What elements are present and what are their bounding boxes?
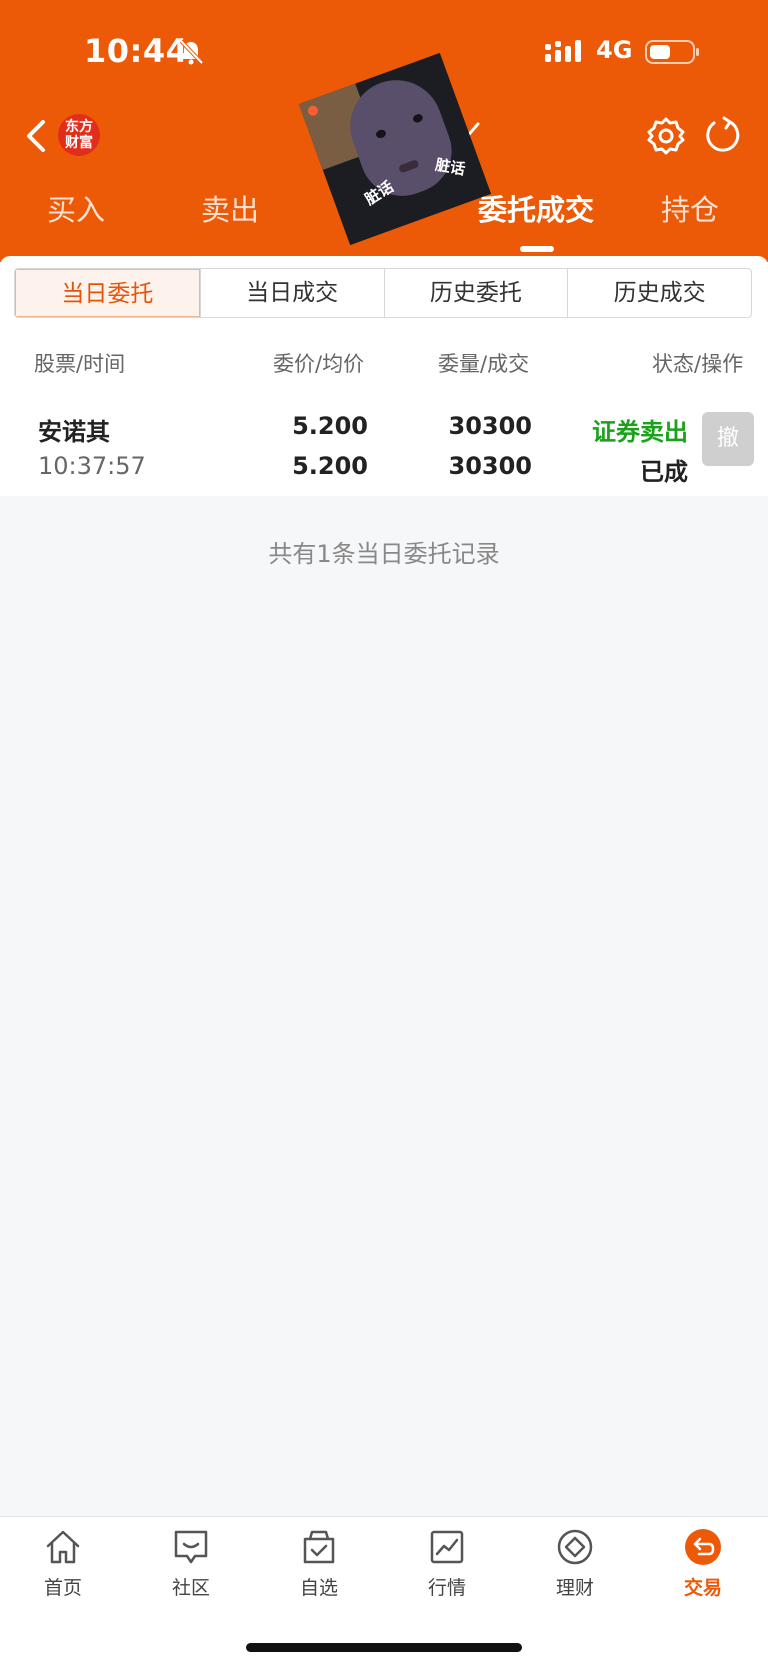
nav-trade[interactable]: 交易 (653, 1527, 753, 1600)
nav-community-label: 社区 (171, 1577, 210, 1599)
logo-line2: 财富 (65, 135, 93, 151)
column-header-volume: 委量/成交 (438, 352, 530, 376)
home-indicator (246, 1643, 522, 1652)
nav-home[interactable]: 首页 (13, 1527, 113, 1600)
stock-name: 安诺其 (38, 418, 110, 446)
column-header-stock-time: 股票/时间 (34, 352, 126, 376)
status-time: 10:44 (84, 32, 189, 70)
order-status: 已成 (640, 458, 688, 486)
tab-orders-trades[interactable]: 委托成交 (478, 190, 594, 230)
nav-watchlist-label: 自选 (299, 1577, 338, 1599)
order-time: 10:37:57 (38, 452, 146, 480)
filled-quantity: 30300 (448, 452, 533, 480)
column-header-status: 状态/操作 (652, 352, 744, 376)
chart-icon (430, 1530, 464, 1564)
order-quantity: 30300 (448, 412, 533, 440)
brand-logo: 东方 财富 (58, 114, 100, 156)
refresh-icon[interactable] (702, 114, 742, 158)
tab-buy[interactable]: 买入 (47, 190, 105, 230)
nav-wealth[interactable]: 理财 (525, 1527, 625, 1600)
gear-icon[interactable] (644, 114, 688, 158)
records-summary: 共有1条当日委托记录 (268, 540, 500, 568)
nav-market-label: 行情 (427, 1577, 466, 1599)
check-bag-icon (303, 1530, 335, 1564)
trade-icon (685, 1529, 721, 1565)
avg-price: 5.200 (292, 452, 368, 480)
diamond-icon (557, 1529, 593, 1565)
segment-history-orders[interactable]: 历史委托 (383, 269, 568, 317)
tab-indicator (520, 246, 554, 252)
column-header-price: 委价/均价 (273, 352, 365, 376)
tab-positions[interactable]: 持仓 (661, 190, 719, 230)
chat-icon (174, 1530, 208, 1564)
network-label: 4G (596, 36, 633, 64)
logo-line1: 东方 (65, 119, 93, 135)
signal-icon (545, 40, 581, 62)
segment-today-trades[interactable]: 当日成交 (199, 269, 384, 317)
nav-watchlist[interactable]: 自选 (269, 1527, 369, 1600)
segment-history-trades[interactable]: 历史成交 (567, 269, 751, 317)
nav-community[interactable]: 社区 (141, 1527, 241, 1600)
home-icon (46, 1530, 80, 1564)
segment-control: 当日委托 当日成交 历史委托 历史成交 (14, 268, 752, 318)
bell-muted-icon (179, 39, 204, 65)
order-price: 5.200 (292, 412, 368, 440)
back-icon[interactable] (24, 116, 48, 156)
nav-trade-label: 交易 (683, 1577, 722, 1599)
battery-icon (645, 40, 699, 64)
order-type: 证券卖出 (592, 418, 688, 446)
nav-wealth-label: 理财 (555, 1577, 594, 1599)
cancel-order-button[interactable]: 撤 (702, 412, 754, 466)
app-screen: 10:44 4G 东方 财富 买入 卖出 委托成交 持仓 脏话 脏话 当日委托 … (0, 0, 768, 1665)
segment-today-orders[interactable]: 当日委托 (15, 269, 200, 317)
nav-market[interactable]: 行情 (397, 1527, 497, 1600)
tab-sell[interactable]: 卖出 (201, 190, 259, 230)
nav-home-label: 首页 (43, 1577, 82, 1599)
